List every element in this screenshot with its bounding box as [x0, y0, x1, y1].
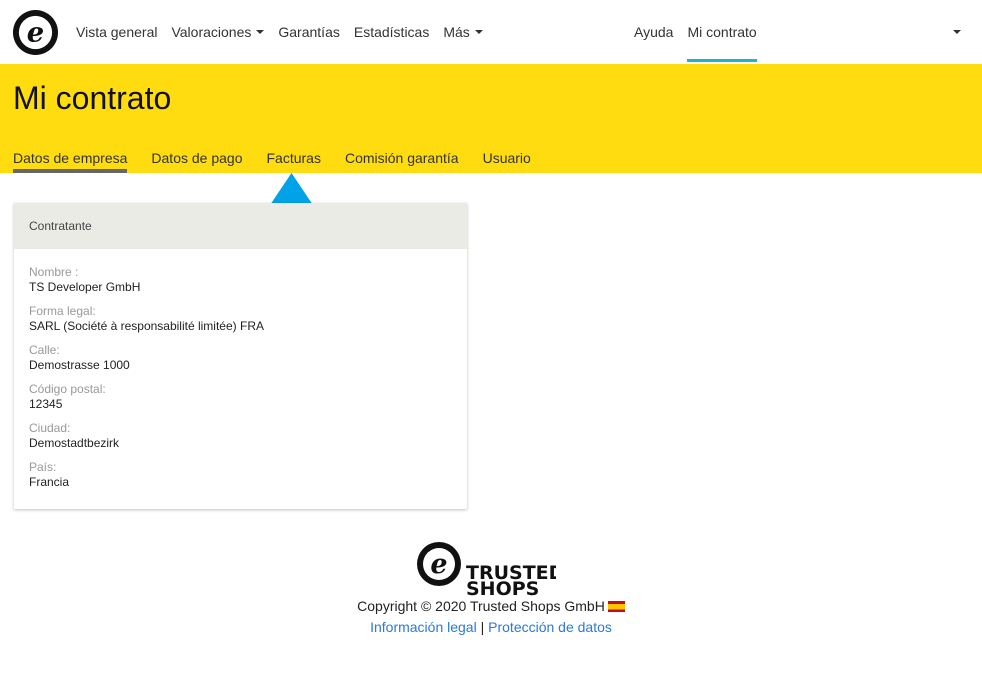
trusted-shops-logo-icon[interactable]: e [12, 9, 59, 56]
nav-guarantees[interactable]: Garantías [278, 24, 339, 40]
nav-help-label: Ayuda [634, 24, 674, 40]
field-value: Francia [29, 475, 70, 489]
field-label: Ciudad: [29, 421, 71, 435]
contract-tabs: Datos de empresa Datos de pago Facturas … [13, 150, 555, 173]
tab-payment-data[interactable]: Datos de pago [151, 150, 242, 173]
user-menu-chevron-down-icon[interactable] [953, 30, 961, 34]
tab-user[interactable]: Usuario [483, 150, 531, 173]
field-value: Demostadtbezirk [29, 436, 120, 450]
nav-help[interactable]: Ayuda [634, 0, 673, 64]
field-label: Calle: [29, 343, 60, 357]
chevron-down-icon [474, 30, 483, 34]
field-legal-form: Forma legal: SARL (Société à responsabil… [29, 304, 452, 334]
nav-statistics[interactable]: Estadísticas [354, 24, 429, 40]
main-nav: Vista general Valoraciones Garantías Est… [76, 0, 497, 64]
field-label: País: [29, 460, 57, 474]
svg-text:e: e [430, 549, 447, 580]
nav-reviews-label: Valoraciones [171, 24, 252, 40]
field-value: Demostrasse 1000 [29, 358, 130, 372]
nav-overview[interactable]: Vista general [76, 24, 157, 40]
card-body: Nombre : TS Developer GmbH Forma legal: … [14, 249, 467, 490]
nav-statistics-label: Estadísticas [353, 24, 430, 40]
nav-reviews[interactable]: Valoraciones [171, 24, 265, 40]
nav-my-contract[interactable]: Mi contrato [687, 0, 757, 64]
card-title: Contratante [14, 203, 467, 249]
chevron-down-icon [256, 30, 265, 34]
field-country: País: Francia [29, 460, 452, 490]
field-postal-code: Código postal: 12345 [29, 382, 452, 412]
page-title: Mi contrato [13, 80, 172, 116]
top-navbar: e Vista general Valoraciones Garantías E… [0, 0, 982, 64]
field-street: Calle: Demostrasse 1000 [29, 343, 452, 373]
nav-guarantees-label: Garantías [278, 24, 340, 40]
contractor-card: Contratante Nombre : TS Developer GmbH F… [14, 203, 467, 509]
field-name: Nombre : TS Developer GmbH [29, 265, 452, 295]
nav-more[interactable]: Más [443, 24, 483, 40]
copyright-text: Copyright © 2020 Trusted Shops GmbH [357, 598, 605, 614]
copyright: Copyright © 2020 Trusted Shops GmbH [0, 598, 982, 614]
field-value: TS Developer GmbH [29, 280, 141, 294]
tab-guarantee-commission[interactable]: Comisión garantía [345, 150, 459, 173]
page-header: Mi contrato Datos de empresa Datos de pa… [0, 64, 982, 173]
field-value: SARL (Société à responsabilité limitée) … [29, 319, 264, 333]
link-separator: | [480, 619, 485, 635]
field-city: Ciudad: Demostadtbezirk [29, 421, 452, 451]
footer-logo-text-2: SHOPS [466, 578, 539, 597]
field-label: Forma legal: [29, 304, 96, 318]
field-label: Nombre : [29, 265, 79, 279]
footer-links: Información legal | Protección de datos [0, 619, 982, 635]
nav-overview-label: Vista general [76, 24, 158, 40]
svg-text:e: e [27, 16, 44, 48]
field-label: Código postal: [29, 382, 106, 396]
nav-right: Ayuda Mi contrato [634, 0, 771, 64]
field-value: 12345 [29, 397, 63, 411]
nav-my-contract-label: Mi contrato [687, 24, 757, 40]
tab-invoices[interactable]: Facturas [266, 150, 320, 173]
spain-flag-icon[interactable] [607, 601, 625, 612]
legal-info-link[interactable]: Información legal [370, 619, 477, 635]
trusted-shops-footer-logo-icon: e TRUSTED SHOPS [417, 542, 556, 597]
privacy-link[interactable]: Protección de datos [488, 619, 612, 635]
nav-more-label: Más [443, 24, 470, 40]
tab-company-data[interactable]: Datos de empresa [13, 150, 128, 173]
